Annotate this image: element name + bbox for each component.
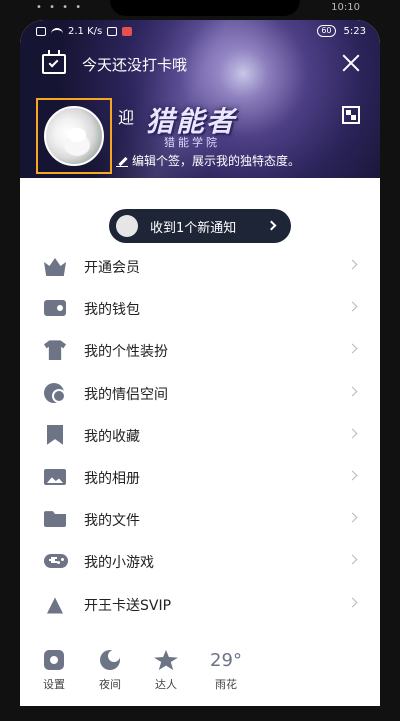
- outer-time: 10:10: [331, 2, 360, 13]
- avatar[interactable]: [44, 106, 104, 166]
- net-speed: 2.1 K/s: [68, 26, 103, 37]
- chevron-right-icon: [347, 259, 358, 270]
- folder-icon: [44, 511, 66, 528]
- chevron-right-icon: [347, 512, 358, 523]
- temperature: 29°: [210, 650, 242, 671]
- app-screen: 2.1 K/s 60 5:23 今天还没打卡哦 迎 猎能者 猎能学院 编辑个签，…: [20, 20, 380, 721]
- chevron-right-icon: [347, 470, 358, 481]
- menu-item-dressup[interactable]: 我的个性装扮: [20, 329, 380, 371]
- menu-item-vip[interactable]: 开通会员: [20, 245, 380, 287]
- expert-badge-icon: [154, 650, 178, 670]
- photo-icon: [44, 468, 66, 485]
- signal-tower-icon: [47, 597, 63, 614]
- bookmark-icon: [47, 424, 63, 445]
- chevron-right-icon: [347, 597, 358, 607]
- menu-item-label: 我的个性装扮: [84, 344, 168, 361]
- notification-icon: [107, 27, 118, 36]
- app-badge-icon: [122, 27, 133, 36]
- expert-label: 达人: [155, 678, 177, 691]
- menu-item-wallet[interactable]: 我的钱包: [20, 287, 380, 329]
- camera-notch: [110, 0, 300, 16]
- expert-button[interactable]: 达人: [144, 650, 188, 692]
- qr-code-icon[interactable]: [342, 106, 360, 124]
- weather-location: 雨花: [215, 678, 237, 691]
- menu-item-favorites[interactable]: 我的收藏: [20, 414, 380, 456]
- chevron-right-icon: [347, 386, 358, 397]
- menu-item-label: 开王卡送SVIP: [84, 597, 172, 614]
- avatar-frame[interactable]: [36, 98, 112, 174]
- menu-item-label: 我的小游戏: [84, 555, 154, 572]
- menu-item-couple[interactable]: 我的情侣空间: [20, 372, 380, 414]
- pen-icon: [116, 155, 128, 167]
- moon-icon: [100, 650, 120, 670]
- night-label: 夜间: [99, 678, 121, 691]
- status-bar: 2.1 K/s 60 5:23: [20, 20, 380, 42]
- menu-item-label: 我的情侣空间: [84, 386, 168, 403]
- settings-label: 设置: [43, 678, 65, 691]
- menu-item-kingcard[interactable]: 开王卡送SVIP: [20, 583, 380, 625]
- menu-item-album[interactable]: 我的相册: [20, 456, 380, 498]
- couple-icon: [44, 382, 66, 403]
- chevron-right-icon: [347, 301, 358, 312]
- wifi-icon: [51, 27, 63, 36]
- gear-icon: [44, 650, 64, 670]
- notification-avatar: [116, 215, 138, 237]
- checkin-reminder[interactable]: 今天还没打卡哦: [82, 54, 187, 75]
- profile-header: 2.1 K/s 60 5:23 今天还没打卡哦 迎 猎能者 猎能学院 编辑个签，…: [20, 20, 380, 178]
- drawer-menu: 开通会员 我的钱包 我的个性装扮 我的情侣空间 我的收藏 我的相册 我的文件 我…: [20, 245, 380, 625]
- notification-text: 收到1个新通知: [150, 220, 237, 236]
- menu-item-label: 我的文件: [84, 513, 140, 530]
- calendar-check-icon[interactable]: [42, 50, 66, 74]
- menu-item-files[interactable]: 我的文件: [20, 498, 380, 540]
- menu-item-label: 开通会员: [84, 260, 140, 276]
- outer-signal: • • • •: [36, 2, 84, 13]
- chevron-right-icon: [266, 220, 277, 231]
- menu-item-label: 我的相册: [84, 470, 140, 487]
- battery-badge: 60: [317, 25, 336, 37]
- settings-button[interactable]: 设置: [32, 650, 76, 692]
- shirt-icon: [44, 340, 66, 361]
- status-time: 5:23: [343, 25, 366, 37]
- gamepad-icon: [44, 554, 68, 569]
- menu-item-label: 我的收藏: [84, 428, 140, 445]
- vip-crown-icon: [44, 258, 66, 276]
- nickname[interactable]: 迎: [118, 104, 134, 128]
- chevron-right-icon: [347, 554, 358, 565]
- chevron-right-icon: [347, 428, 358, 439]
- night-mode-button[interactable]: 夜间: [88, 650, 132, 692]
- sim-icon: [36, 27, 46, 36]
- menu-item-label: 我的钱包: [84, 302, 140, 319]
- bottom-bezel: [20, 706, 380, 721]
- chevron-right-icon: [347, 343, 358, 354]
- bottom-toolbar: 设置 夜间 达人 29° 雨花: [20, 650, 380, 700]
- weather-widget[interactable]: 29° 雨花: [204, 650, 248, 692]
- menu-item-minigames[interactable]: 我的小游戏: [20, 540, 380, 582]
- close-icon[interactable]: [340, 52, 362, 74]
- title-artwork-sub: 猎能学院: [164, 136, 220, 149]
- new-notification-pill[interactable]: 收到1个新通知: [109, 209, 291, 243]
- signature-edit[interactable]: 编辑个签，展示我的独特态度。: [116, 152, 300, 169]
- signature-text: 编辑个签，展示我的独特态度。: [132, 154, 301, 168]
- wallet-icon: [44, 300, 66, 317]
